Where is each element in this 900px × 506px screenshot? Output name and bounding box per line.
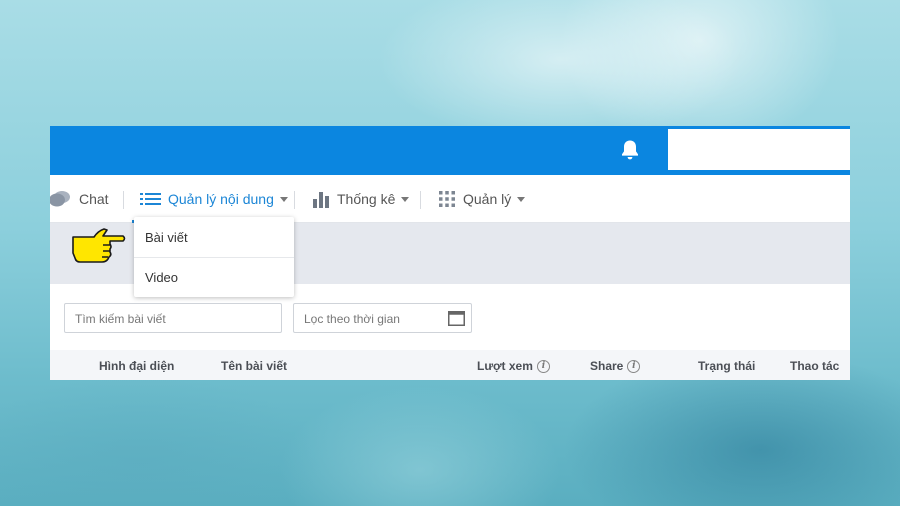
nav-chat-label: Chat	[79, 191, 109, 207]
chevron-down-icon	[517, 196, 526, 202]
nav-content-management[interactable]: Quản lý nội dung	[140, 189, 288, 209]
nav-divider	[420, 191, 421, 209]
column-header-status[interactable]: Trạng thái	[698, 359, 755, 373]
column-header-avatar-label: Hình đại diện	[99, 359, 175, 373]
main-nav: Chat Quản lý nội dung Thống kê Quản lý	[50, 175, 850, 223]
top-bar-user-area[interactable]	[668, 129, 850, 170]
dropdown-item-video-label: Video	[145, 270, 179, 285]
chevron-down-icon	[401, 196, 410, 202]
time-filter-input[interactable]: Lọc theo thời gian	[293, 303, 472, 333]
nav-chat[interactable]: Chat	[50, 189, 109, 209]
info-icon[interactable]: i	[627, 359, 641, 373]
nav-statistics-label: Thống kê	[337, 191, 396, 207]
nav-content-label: Quản lý nội dung	[168, 191, 274, 207]
column-header-views-label: Lượt xem	[477, 359, 533, 373]
nav-management-label: Quản lý	[463, 191, 512, 207]
top-bar	[50, 126, 850, 175]
bell-icon[interactable]	[620, 139, 640, 161]
nav-statistics[interactable]: Thống kê	[312, 189, 410, 209]
column-header-title[interactable]: Tên bài viết	[221, 359, 287, 373]
dropdown-item-articles[interactable]: Bài viết	[134, 217, 294, 257]
column-header-share[interactable]: Share i	[590, 359, 641, 373]
pointing-hand-icon	[72, 228, 126, 263]
bar-chart-icon	[313, 192, 329, 208]
column-header-share-label: Share	[590, 359, 624, 373]
calendar-icon[interactable]	[448, 311, 465, 326]
column-header-status-label: Trạng thái	[698, 359, 756, 373]
column-header-actions-label: Thao tác	[790, 359, 840, 373]
nav-management[interactable]: Quản lý	[439, 189, 526, 209]
info-icon[interactable]: i	[536, 359, 550, 373]
nav-divider	[123, 191, 124, 209]
grid-icon	[439, 191, 455, 207]
dropdown-item-articles-label: Bài viết	[145, 230, 188, 245]
column-header-title-label: Tên bài viết	[221, 359, 288, 373]
chevron-down-icon	[279, 196, 288, 202]
list-icon	[140, 193, 161, 205]
content-management-dropdown: Bài viết Video	[134, 217, 294, 297]
column-header-actions[interactable]: Thao tác	[790, 359, 839, 373]
search-input[interactable]: Tìm kiếm bài viết	[64, 303, 282, 333]
nav-divider	[294, 191, 295, 209]
dropdown-item-video[interactable]: Video	[134, 257, 294, 297]
search-input-placeholder: Tìm kiếm bài viết	[75, 312, 166, 326]
table-header: Hình đại diện Tên bài viết Lượt xem i Sh…	[50, 350, 850, 380]
chat-icon	[50, 191, 70, 207]
time-filter-placeholder: Lọc theo thời gian	[304, 312, 400, 326]
column-header-avatar[interactable]: Hình đại diện	[99, 359, 174, 373]
column-header-views[interactable]: Lượt xem i	[477, 359, 550, 373]
